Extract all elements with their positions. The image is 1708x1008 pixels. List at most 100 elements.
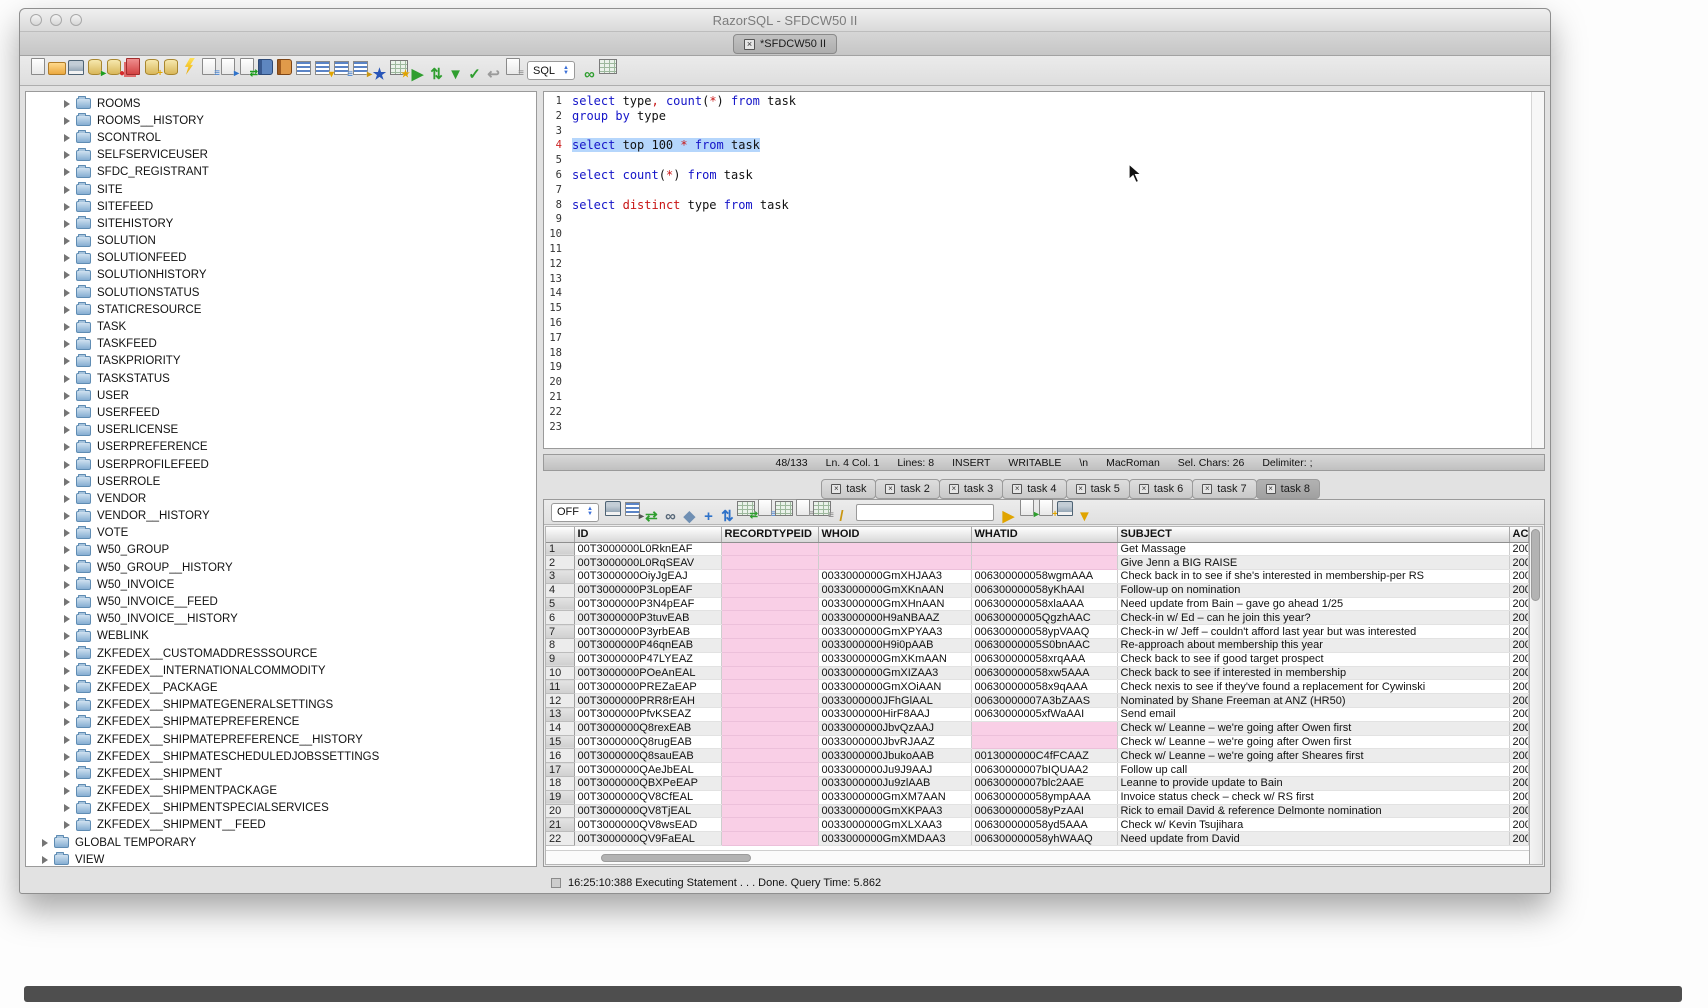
row-number-cell[interactable]: 8 (546, 639, 574, 653)
close-tab-icon[interactable]: × (831, 484, 841, 494)
tree-item[interactable]: WEBLINK (26, 628, 536, 645)
table-cell[interactable]: 00630000007A3bZAAS (971, 694, 1117, 708)
vertical-scrollbar[interactable] (1529, 527, 1542, 864)
refresh-results-icon[interactable] (642, 507, 661, 526)
close-tab-icon[interactable]: × (1076, 484, 1086, 494)
table-cell[interactable]: Check w/ Kevin Tsujihara (1117, 818, 1509, 832)
close-tab-icon[interactable]: × (744, 39, 755, 50)
tree-item[interactable]: USERROLE (26, 473, 536, 490)
column-header[interactable]: AC (1509, 527, 1529, 542)
row-number-cell[interactable]: 10 (546, 666, 574, 680)
editor-vertical-scrollbar[interactable] (1531, 92, 1544, 448)
column-header[interactable]: RECORDTYPEID (721, 527, 818, 542)
disclosure-triangle-icon[interactable] (64, 409, 70, 417)
tree-item[interactable]: SITEFEED (26, 198, 536, 215)
result-tab[interactable]: ×task 3 (939, 479, 1003, 499)
update-table-icon[interactable] (737, 499, 756, 518)
table-cell[interactable]: 200 (1509, 749, 1529, 763)
horizontal-scrollbar-thumb[interactable] (601, 854, 751, 862)
table-cell[interactable]: 0033000000Ju9zlAAB (818, 777, 971, 791)
row-number-cell[interactable]: 22 (546, 832, 574, 846)
table-cell[interactable]: 006300000058yd5AAA (971, 818, 1117, 832)
new-connection-icon[interactable] (142, 57, 161, 76)
disclosure-triangle-icon[interactable] (64, 237, 70, 245)
table-cell[interactable] (721, 570, 818, 584)
tree-item[interactable]: SFDC_REGISTRANT (26, 164, 536, 181)
table-cell[interactable]: 00T3000000PRR8rEAH (574, 694, 721, 708)
table-cell[interactable]: 006300000058ypVAAQ (971, 625, 1117, 639)
align-lines-icon[interactable] (332, 58, 351, 77)
table-cell[interactable]: Check w/ Leanne – we're going after Owen… (1117, 735, 1509, 749)
table-cell[interactable]: 00T3000000Q8rugEAB (574, 735, 721, 749)
tree-item[interactable]: VENDOR__HISTORY (26, 508, 536, 525)
tree-item[interactable]: VIEW (26, 851, 536, 867)
table-cell[interactable]: 0033000000GmXHnAAN (818, 597, 971, 611)
table-cell[interactable]: 006300000058xrqAAA (971, 652, 1117, 666)
row-number-cell[interactable]: 3 (546, 570, 574, 584)
tree-item[interactable]: ZKFEDEX__SHIPMATEPREFERENCE (26, 714, 536, 731)
table-cell[interactable] (971, 556, 1117, 570)
table-cell[interactable] (721, 556, 818, 570)
export-results-icon[interactable] (1018, 498, 1037, 517)
table-cell[interactable]: 00T3000000P3LopEAF (574, 583, 721, 597)
table-cell[interactable] (721, 542, 818, 556)
table-cell[interactable]: Check w/ Leanne – we're going after Owen… (1117, 721, 1509, 735)
sql-editor[interactable]: 1234567891011121314151617181920212223 se… (543, 91, 1545, 449)
table-cell[interactable]: 0033000000GmXKnAAN (818, 583, 971, 597)
disclosure-triangle-icon[interactable] (64, 306, 70, 314)
document-tab[interactable]: × *SFDCW50 II (733, 34, 837, 54)
table-cell[interactable] (721, 763, 818, 777)
disclosure-triangle-icon[interactable] (64, 426, 70, 434)
table-cell[interactable]: 00T3000000P46qnEAB (574, 639, 721, 653)
tree-item[interactable]: VENDOR (26, 490, 536, 507)
row-number-cell[interactable]: 2 (546, 556, 574, 570)
row-number-cell[interactable]: 7 (546, 625, 574, 639)
result-tab[interactable]: ×task 5 (1066, 479, 1130, 499)
disclosure-triangle-icon[interactable] (64, 787, 70, 795)
highlight-icon[interactable] (832, 507, 851, 526)
disclosure-triangle-icon[interactable] (42, 839, 48, 847)
result-tab[interactable]: ×task 2 (875, 479, 939, 499)
close-tab-icon[interactable]: × (1266, 484, 1276, 494)
disclosure-triangle-icon[interactable] (64, 512, 70, 520)
tree-item[interactable]: USERLICENSE (26, 422, 536, 439)
tree-item[interactable]: SOLUTIONFEED (26, 250, 536, 267)
table-cell[interactable]: 00T3000000Q8sauEAB (574, 749, 721, 763)
result-tab[interactable]: ×task 8 (1256, 479, 1320, 499)
table-cell[interactable]: 00T3000000P3N4pEAF (574, 597, 721, 611)
tree-item[interactable]: W50_INVOICE (26, 576, 536, 593)
table-cell[interactable]: 00T3000000PREZaEAP (574, 680, 721, 694)
table-cell[interactable]: Re-approach about membership this year (1117, 639, 1509, 653)
row-number-cell[interactable]: 1 (546, 542, 574, 556)
tree-item[interactable]: ZKFEDEX__SHIPMENT (26, 765, 536, 782)
table-cell[interactable]: 200 (1509, 735, 1529, 749)
table-cell[interactable] (721, 804, 818, 818)
table-cell[interactable]: Leanne to provide update to Bain (1117, 777, 1509, 791)
swap-statement-icon[interactable] (427, 65, 446, 84)
find-next-icon[interactable] (999, 507, 1018, 526)
table-cell[interactable]: Send email (1117, 708, 1509, 722)
tree-item[interactable]: ROOMS__HISTORY (26, 112, 536, 129)
table-cell[interactable]: 00T3000000QV8wsEAD (574, 818, 721, 832)
table-cell[interactable]: 006300000058ympAAA (971, 790, 1117, 804)
table-cell[interactable]: 00T3000000Q8rexEAB (574, 721, 721, 735)
disclosure-triangle-icon[interactable] (64, 753, 70, 761)
table-cell[interactable]: 200 (1509, 597, 1529, 611)
edit-cell-icon[interactable] (680, 507, 699, 526)
save-results-icon[interactable] (604, 499, 623, 518)
table-cell[interactable] (721, 735, 818, 749)
disclosure-triangle-icon[interactable] (64, 581, 70, 589)
disclosure-triangle-icon[interactable] (42, 856, 48, 864)
disconnect-database-icon[interactable] (104, 57, 123, 76)
disclosure-triangle-icon[interactable] (64, 598, 70, 606)
max-rows-icon[interactable] (623, 500, 642, 519)
column-header[interactable]: WHOID (818, 527, 971, 542)
table-cell[interactable]: 200 (1509, 625, 1529, 639)
row-number-cell[interactable]: 19 (546, 790, 574, 804)
tree-item[interactable]: SITEHISTORY (26, 215, 536, 232)
copy-connection-icon[interactable] (123, 57, 142, 76)
append-row-icon[interactable] (718, 507, 737, 526)
tree-item[interactable]: SOLUTIONSTATUS (26, 284, 536, 301)
table-tools-icon[interactable] (389, 58, 408, 77)
table-cell[interactable] (721, 652, 818, 666)
